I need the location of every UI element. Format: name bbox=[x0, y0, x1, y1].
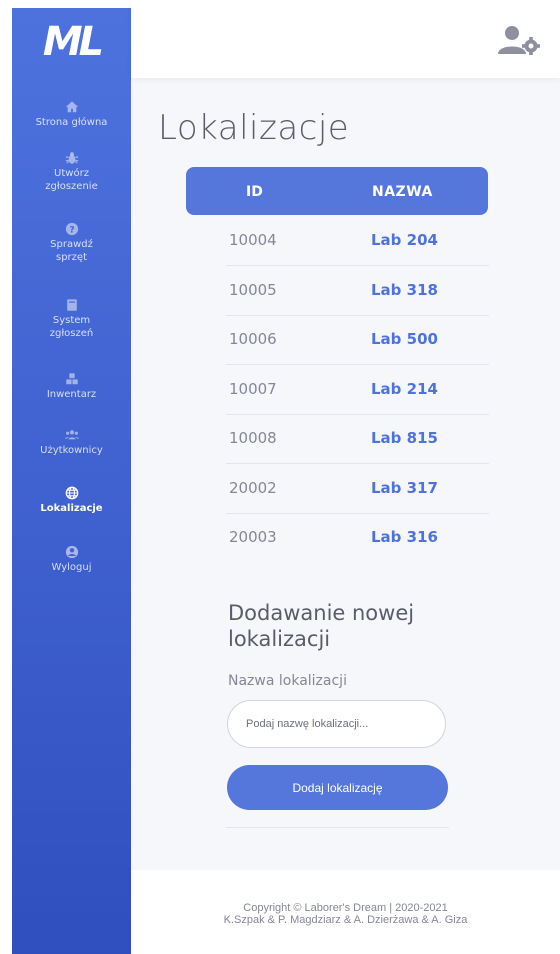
sidebar-item-inventory[interactable]: Inwentarz bbox=[12, 372, 131, 401]
cell-id: 10007 bbox=[229, 380, 277, 398]
question-icon: ? bbox=[65, 222, 78, 236]
sidebar-item-label: Utwórz zgłoszenie bbox=[45, 168, 98, 192]
table-row: 20003 Lab 316 bbox=[226, 513, 489, 562]
table-header: ID NAZWA bbox=[186, 167, 488, 215]
svg-text:?: ? bbox=[69, 226, 74, 236]
footer: Copyright © Laborer's Dream | 2020-2021 … bbox=[131, 870, 560, 954]
cell-name-link[interactable]: Lab 815 bbox=[371, 429, 438, 447]
column-header-name: NAZWA bbox=[372, 184, 433, 200]
home-icon bbox=[65, 101, 78, 113]
sidebar-item-label: Lokalizacje bbox=[40, 503, 103, 514]
location-name-input[interactable] bbox=[227, 700, 446, 748]
table-row: 20002 Lab 317 bbox=[226, 464, 489, 514]
sidebar-item-label: System zgłoszeń bbox=[49, 315, 94, 339]
cell-name-link[interactable]: Lab 317 bbox=[371, 479, 438, 497]
cell-name-link[interactable]: Lab 500 bbox=[371, 330, 438, 348]
cell-id: 10005 bbox=[229, 281, 277, 299]
cell-id: 10008 bbox=[229, 429, 277, 447]
book-icon bbox=[66, 299, 77, 311]
add-location-button[interactable]: Dodaj lokalizację bbox=[227, 765, 448, 810]
table-row: 10004 Lab 204 bbox=[226, 216, 489, 266]
footer-copyright: Copyright © Laborer's Dream | 2020-2021 … bbox=[131, 902, 560, 926]
sidebar-item-label: Strona główna bbox=[35, 117, 108, 128]
cell-name-link[interactable]: Lab 214 bbox=[371, 380, 438, 398]
footer-line-1: Copyright © Laborer's Dream | 2020-2021 bbox=[243, 902, 448, 914]
globe-icon bbox=[65, 486, 78, 500]
cell-id: 20003 bbox=[229, 528, 277, 546]
cell-id: 10004 bbox=[229, 231, 277, 249]
column-header-id: ID bbox=[246, 184, 263, 200]
sidebar: ML Strona główna Utwórz zgłoszenie ? Spr… bbox=[12, 8, 131, 954]
page-title: Lokalizacje bbox=[158, 108, 350, 148]
footer-line-2: K.Szpak & P. Magdziarz & A. Dzierżawa & … bbox=[223, 914, 468, 926]
bug-icon bbox=[65, 152, 78, 164]
sidebar-item-create-report[interactable]: Utwórz zgłoszenie bbox=[12, 151, 131, 193]
cell-name-link[interactable]: Lab 316 bbox=[371, 528, 438, 546]
cubes-icon bbox=[65, 373, 78, 385]
user-cog-icon[interactable] bbox=[496, 24, 542, 56]
user-circle-icon bbox=[65, 545, 78, 559]
cell-id: 10006 bbox=[229, 330, 277, 348]
cell-name-link[interactable]: Lab 318 bbox=[371, 281, 438, 299]
sidebar-item-label: Wyloguj bbox=[51, 562, 92, 573]
sidebar-item-check-equipment[interactable]: ? Sprawdź sprzęt bbox=[12, 222, 131, 264]
sidebar-item-label: Inwentarz bbox=[46, 389, 97, 400]
sidebar-item-label: Sprawdź sprzęt bbox=[50, 239, 93, 263]
sidebar-item-label: Użytkownicy bbox=[40, 445, 103, 456]
cell-name-link[interactable]: Lab 204 bbox=[371, 231, 438, 249]
table-row: 10007 Lab 214 bbox=[226, 365, 489, 415]
table-row: 10005 Lab 318 bbox=[226, 266, 489, 316]
sidebar-item-logout[interactable]: Wyloguj bbox=[12, 545, 131, 574]
table-row: 10008 Lab 815 bbox=[226, 414, 489, 464]
main-content: Lokalizacje ID NAZWA 10004 Lab 204 10005… bbox=[131, 0, 560, 954]
brand-logo[interactable]: ML bbox=[12, 22, 131, 62]
form-divider bbox=[226, 827, 449, 828]
topbar bbox=[131, 0, 560, 78]
cell-id: 20002 bbox=[229, 479, 277, 497]
table-row: 10006 Lab 500 bbox=[226, 315, 489, 365]
sidebar-item-report-system[interactable]: System zgłoszeń bbox=[12, 298, 131, 340]
users-icon bbox=[64, 430, 79, 440]
sidebar-item-locations[interactable]: Lokalizacje bbox=[12, 486, 131, 515]
form-title: Dodawanie nowej lokalizacji bbox=[228, 601, 415, 651]
location-name-label: Nazwa lokalizacji bbox=[228, 673, 347, 689]
sidebar-item-users[interactable]: Użytkownicy bbox=[12, 428, 131, 457]
sidebar-item-home[interactable]: Strona główna bbox=[12, 100, 131, 129]
